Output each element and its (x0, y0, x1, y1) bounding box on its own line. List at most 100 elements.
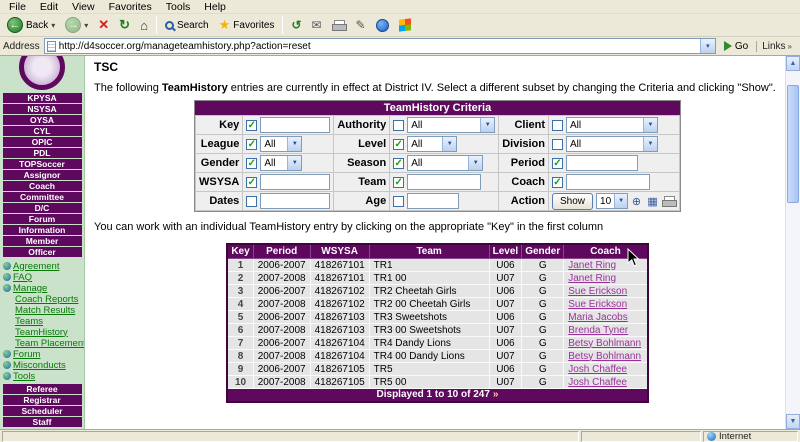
sidebar-link-team-placement[interactable]: Team Placement (3, 338, 84, 348)
menu-file[interactable]: File (2, 1, 33, 13)
key-input[interactable] (260, 117, 330, 133)
key-link[interactable]: 7 (238, 338, 244, 349)
coach-input[interactable] (566, 174, 650, 190)
sidebar-item-cyl[interactable]: CYL (3, 126, 82, 136)
sidebar-link-coach-reports[interactable]: Coach Reports (3, 294, 84, 304)
season-select[interactable]: All▼ (407, 155, 483, 171)
add-icon[interactable]: ⊕ (629, 195, 644, 208)
level-checkbox[interactable]: ✓ (393, 139, 404, 150)
address-field[interactable]: ▾ (44, 38, 716, 54)
page-size-select[interactable]: 10▼ (596, 193, 628, 209)
sidebar-item-pdl[interactable]: PDL (3, 148, 82, 158)
period-checkbox[interactable]: ✓ (552, 158, 563, 169)
wsysa-checkbox[interactable]: ✓ (246, 177, 257, 188)
key-checkbox[interactable]: ✓ (246, 120, 257, 131)
sidebar-link-teams[interactable]: Teams (3, 316, 84, 326)
back-button[interactable]: ← Back ▾ (2, 15, 60, 36)
dates-checkbox[interactable] (246, 196, 257, 207)
messenger-button[interactable] (371, 15, 394, 36)
menu-help[interactable]: Help (197, 1, 233, 13)
search-button[interactable]: Search (160, 15, 214, 36)
key-link[interactable]: 6 (238, 325, 244, 336)
menu-edit[interactable]: Edit (33, 1, 65, 13)
team-input[interactable] (407, 174, 481, 190)
menu-view[interactable]: View (65, 1, 102, 13)
coach-link[interactable]: Betsy Bohlmann (568, 351, 641, 362)
edit-button[interactable]: ✎ (351, 15, 371, 36)
key-link[interactable]: 3 (238, 286, 244, 297)
sidebar-link-faq[interactable]: FAQ (3, 272, 84, 282)
mail-button[interactable]: ✉ (306, 15, 326, 36)
address-dropdown-button[interactable]: ▾ (700, 39, 715, 53)
dates-input[interactable] (260, 193, 330, 209)
vertical-scrollbar[interactable]: ▲ ▼ (785, 56, 800, 429)
key-link[interactable]: 4 (238, 299, 244, 310)
menu-favorites[interactable]: Favorites (102, 1, 159, 13)
coach-link[interactable]: Josh Chaffee (568, 364, 627, 375)
level-select[interactable]: All▼ (407, 136, 457, 152)
key-link[interactable]: 1 (238, 260, 244, 271)
refresh-button[interactable]: ↻ (114, 15, 135, 36)
season-checkbox[interactable]: ✓ (393, 158, 404, 169)
sidebar-link-forum[interactable]: Forum (3, 349, 84, 359)
coach-link[interactable]: Janet Ring (568, 273, 616, 284)
sidebar-item-assignor[interactable]: Assignor (3, 170, 82, 180)
links-button[interactable]: Links » (756, 41, 797, 52)
authority-checkbox[interactable] (393, 120, 404, 131)
coach-link[interactable]: Betsy Bohlmann (568, 338, 641, 349)
key-link[interactable]: 9 (238, 364, 244, 375)
sidebar-item-d-c[interactable]: D/C (3, 203, 82, 213)
sidebar-item-opic[interactable]: OPIC (3, 137, 82, 147)
league-select[interactable]: All▼ (260, 136, 302, 152)
coach-link[interactable]: Sue Erickson (568, 299, 627, 310)
division-checkbox[interactable] (552, 139, 563, 150)
coach-checkbox[interactable]: ✓ (552, 177, 563, 188)
client-select[interactable]: All▼ (566, 117, 658, 133)
key-link[interactable]: 10 (235, 377, 246, 388)
gender-select[interactable]: All▼ (260, 155, 302, 171)
spreadsheet-icon[interactable]: ▦ (645, 195, 660, 208)
coach-link[interactable]: Maria Jacobs (568, 312, 627, 323)
key-link[interactable]: 8 (238, 351, 244, 362)
sidebar-link-tools[interactable]: Tools (3, 371, 84, 381)
sidebar-item-referee[interactable]: Referee (3, 384, 82, 394)
show-button[interactable]: Show (552, 193, 593, 210)
home-button[interactable]: ⌂ (135, 15, 153, 36)
client-checkbox[interactable] (552, 120, 563, 131)
address-input[interactable] (59, 39, 700, 53)
scrollbar-thumb[interactable] (787, 85, 799, 203)
scroll-down-button[interactable]: ▼ (786, 414, 800, 429)
windows-button[interactable] (394, 15, 416, 36)
sidebar-link-misconducts[interactable]: Misconducts (3, 360, 84, 370)
scroll-up-button[interactable]: ▲ (786, 56, 800, 71)
sidebar-item-scheduler[interactable]: Scheduler (3, 406, 82, 416)
scrollbar-track[interactable] (786, 71, 800, 414)
stop-button[interactable]: ✕ (93, 15, 114, 36)
age-checkbox[interactable] (393, 196, 404, 207)
go-button[interactable]: Go (720, 41, 752, 52)
sidebar-item-officer[interactable]: Officer (3, 247, 82, 257)
key-link[interactable]: 2 (238, 273, 244, 284)
league-checkbox[interactable]: ✓ (246, 139, 257, 150)
next-page-icon[interactable]: » (493, 389, 499, 400)
authority-select[interactable]: All▼ (407, 117, 495, 133)
sidebar-item-information[interactable]: Information (3, 225, 82, 235)
wsysa-input[interactable] (260, 174, 330, 190)
menu-tools[interactable]: Tools (159, 1, 198, 13)
chevron-down-icon[interactable]: ▾ (51, 21, 55, 30)
favorites-button[interactable]: ★ Favorites (214, 15, 280, 36)
period-input[interactable] (566, 155, 638, 171)
team-checkbox[interactable]: ✓ (393, 177, 404, 188)
coach-link[interactable]: Sue Erickson (568, 286, 627, 297)
sidebar-item-staff[interactable]: Staff (3, 417, 82, 427)
sidebar-item-kpysa[interactable]: KPYSA (3, 93, 82, 103)
sidebar-link-manage[interactable]: Manage (3, 283, 84, 293)
sidebar-item-coach[interactable]: Coach (3, 181, 82, 191)
forward-button[interactable]: → ▾ (60, 15, 93, 36)
sidebar-item-committee[interactable]: Committee (3, 192, 82, 202)
coach-link[interactable]: Josh Chaffee (568, 377, 627, 388)
sidebar-link-teamhistory[interactable]: TeamHistory (3, 327, 84, 337)
gender-checkbox[interactable]: ✓ (246, 158, 257, 169)
sidebar-item-nsysa[interactable]: NSYSA (3, 104, 82, 114)
print-icon[interactable] (661, 195, 676, 208)
